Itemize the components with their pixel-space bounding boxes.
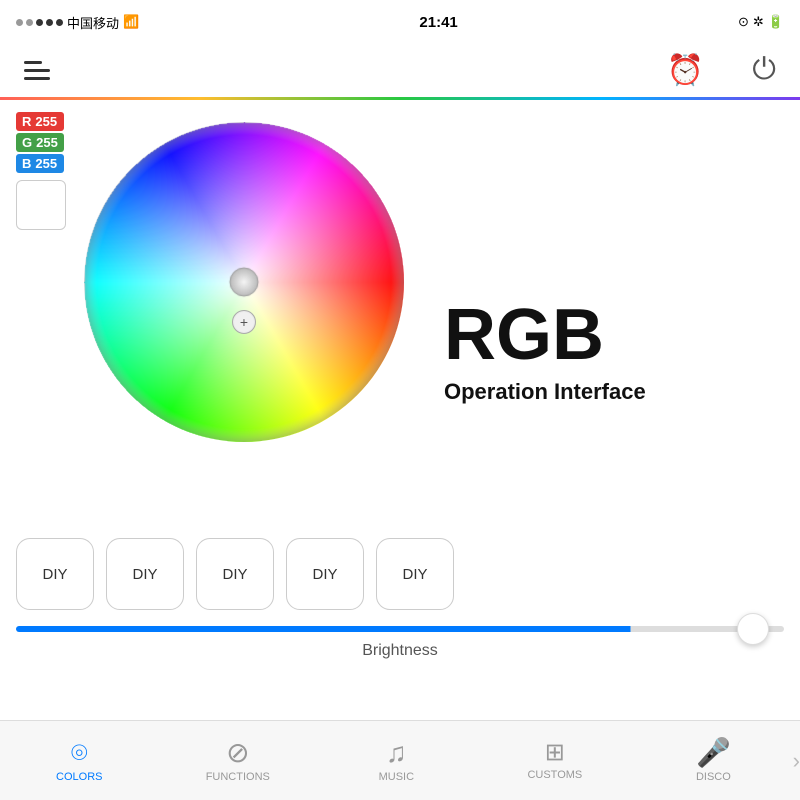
carrier-label: 中国移动 [67,13,119,32]
status-bar: 中国移动 📶 21:41 ⊙ ✲ 🔋 [0,0,800,44]
brightness-thumb[interactable] [737,613,769,645]
tab-music[interactable]: ♫ MUSIC [317,739,476,783]
nav-actions: ⏰ ⏻ [667,53,776,88]
red-value: 255 [35,114,57,129]
red-letter: R [22,114,31,129]
dot1 [16,19,23,26]
dot5 [56,19,63,26]
brightness-label: Brightness [16,642,784,660]
tab-functions[interactable]: ⊘ FUNCTIONS [159,739,318,783]
tab-colors[interactable]: ⌾ COLORS [0,739,159,783]
music-label: MUSIC [379,771,414,783]
tab-customs[interactable]: ⊞ CUSTOMS [476,741,635,781]
blue-value: 255 [35,156,57,171]
diy-button-4[interactable]: DIY [286,538,364,610]
blue-label: B 255 [16,154,64,173]
diy-button-2[interactable]: DIY [106,538,184,610]
diy-button-3[interactable]: DIY [196,538,274,610]
signal-dots [16,19,63,26]
brightness-row: Brightness [16,626,784,668]
functions-icon: ⊘ [226,739,249,767]
color-wheel-wrapper[interactable]: + [84,122,404,522]
red-label: R 255 [16,112,64,131]
rgb-labels: R 255 G 255 B 255 [16,112,64,173]
music-icon: ♫ [386,739,407,767]
disco-label: DISCO [696,771,731,783]
diy-button-1[interactable]: DIY [16,538,94,610]
battery-icon: 🔋 [768,14,784,30]
colors-icon: ⌾ [71,739,88,767]
green-letter: G [22,135,32,150]
customs-icon: ⊞ [545,741,565,765]
rgb-title: RGB [444,299,604,371]
blue-letter: B [22,156,31,171]
wheel-center-dot: + [232,310,256,334]
colors-label: COLORS [56,771,102,783]
tab-disco[interactable]: 🎤 DISCO [634,739,793,783]
status-right: ⊙ ✲ 🔋 [738,14,784,30]
green-value: 255 [36,135,58,150]
power-icon[interactable]: ⏻ [752,53,776,88]
dot4 [46,19,53,26]
bluetooth-icon: ✲ [753,14,764,30]
status-left: 中国移动 📶 [16,13,139,32]
tab-bar: ⌾ COLORS ⊘ FUNCTIONS ♫ MUSIC ⊞ CUSTOMS 🎤… [0,720,800,800]
functions-label: FUNCTIONS [206,771,270,783]
wheel-container: + RGB Operation Interface [16,112,784,522]
dot3 [36,19,43,26]
rgb-subtitle: Operation Interface [444,379,646,405]
nav-bar: ⏰ ⏻ [0,44,800,100]
color-wheel[interactable] [84,122,404,442]
alarm-icon[interactable]: ⏰ [667,53,704,88]
disco-icon: 🎤 [696,739,731,767]
content-area: DIY DIY DIY DIY DIY Brightness [0,522,800,668]
wifi-icon: 📶 [123,14,139,30]
brightness-track[interactable] [16,626,784,632]
color-swatch [16,180,66,230]
diy-row: DIY DIY DIY DIY DIY [16,522,784,626]
rgb-text-section: RGB Operation Interface [444,239,784,405]
dot2 [26,19,33,26]
time-display: 21:41 [419,14,457,31]
customs-label: CUSTOMS [527,769,582,781]
menu-button[interactable] [24,61,50,80]
chevron-right-icon: › [793,748,800,774]
main-content: R 255 G 255 B 255 + RGB Operation Interf… [0,100,800,522]
target-icon: ⊙ [738,14,749,30]
green-label: G 255 [16,133,64,152]
diy-button-5[interactable]: DIY [376,538,454,610]
